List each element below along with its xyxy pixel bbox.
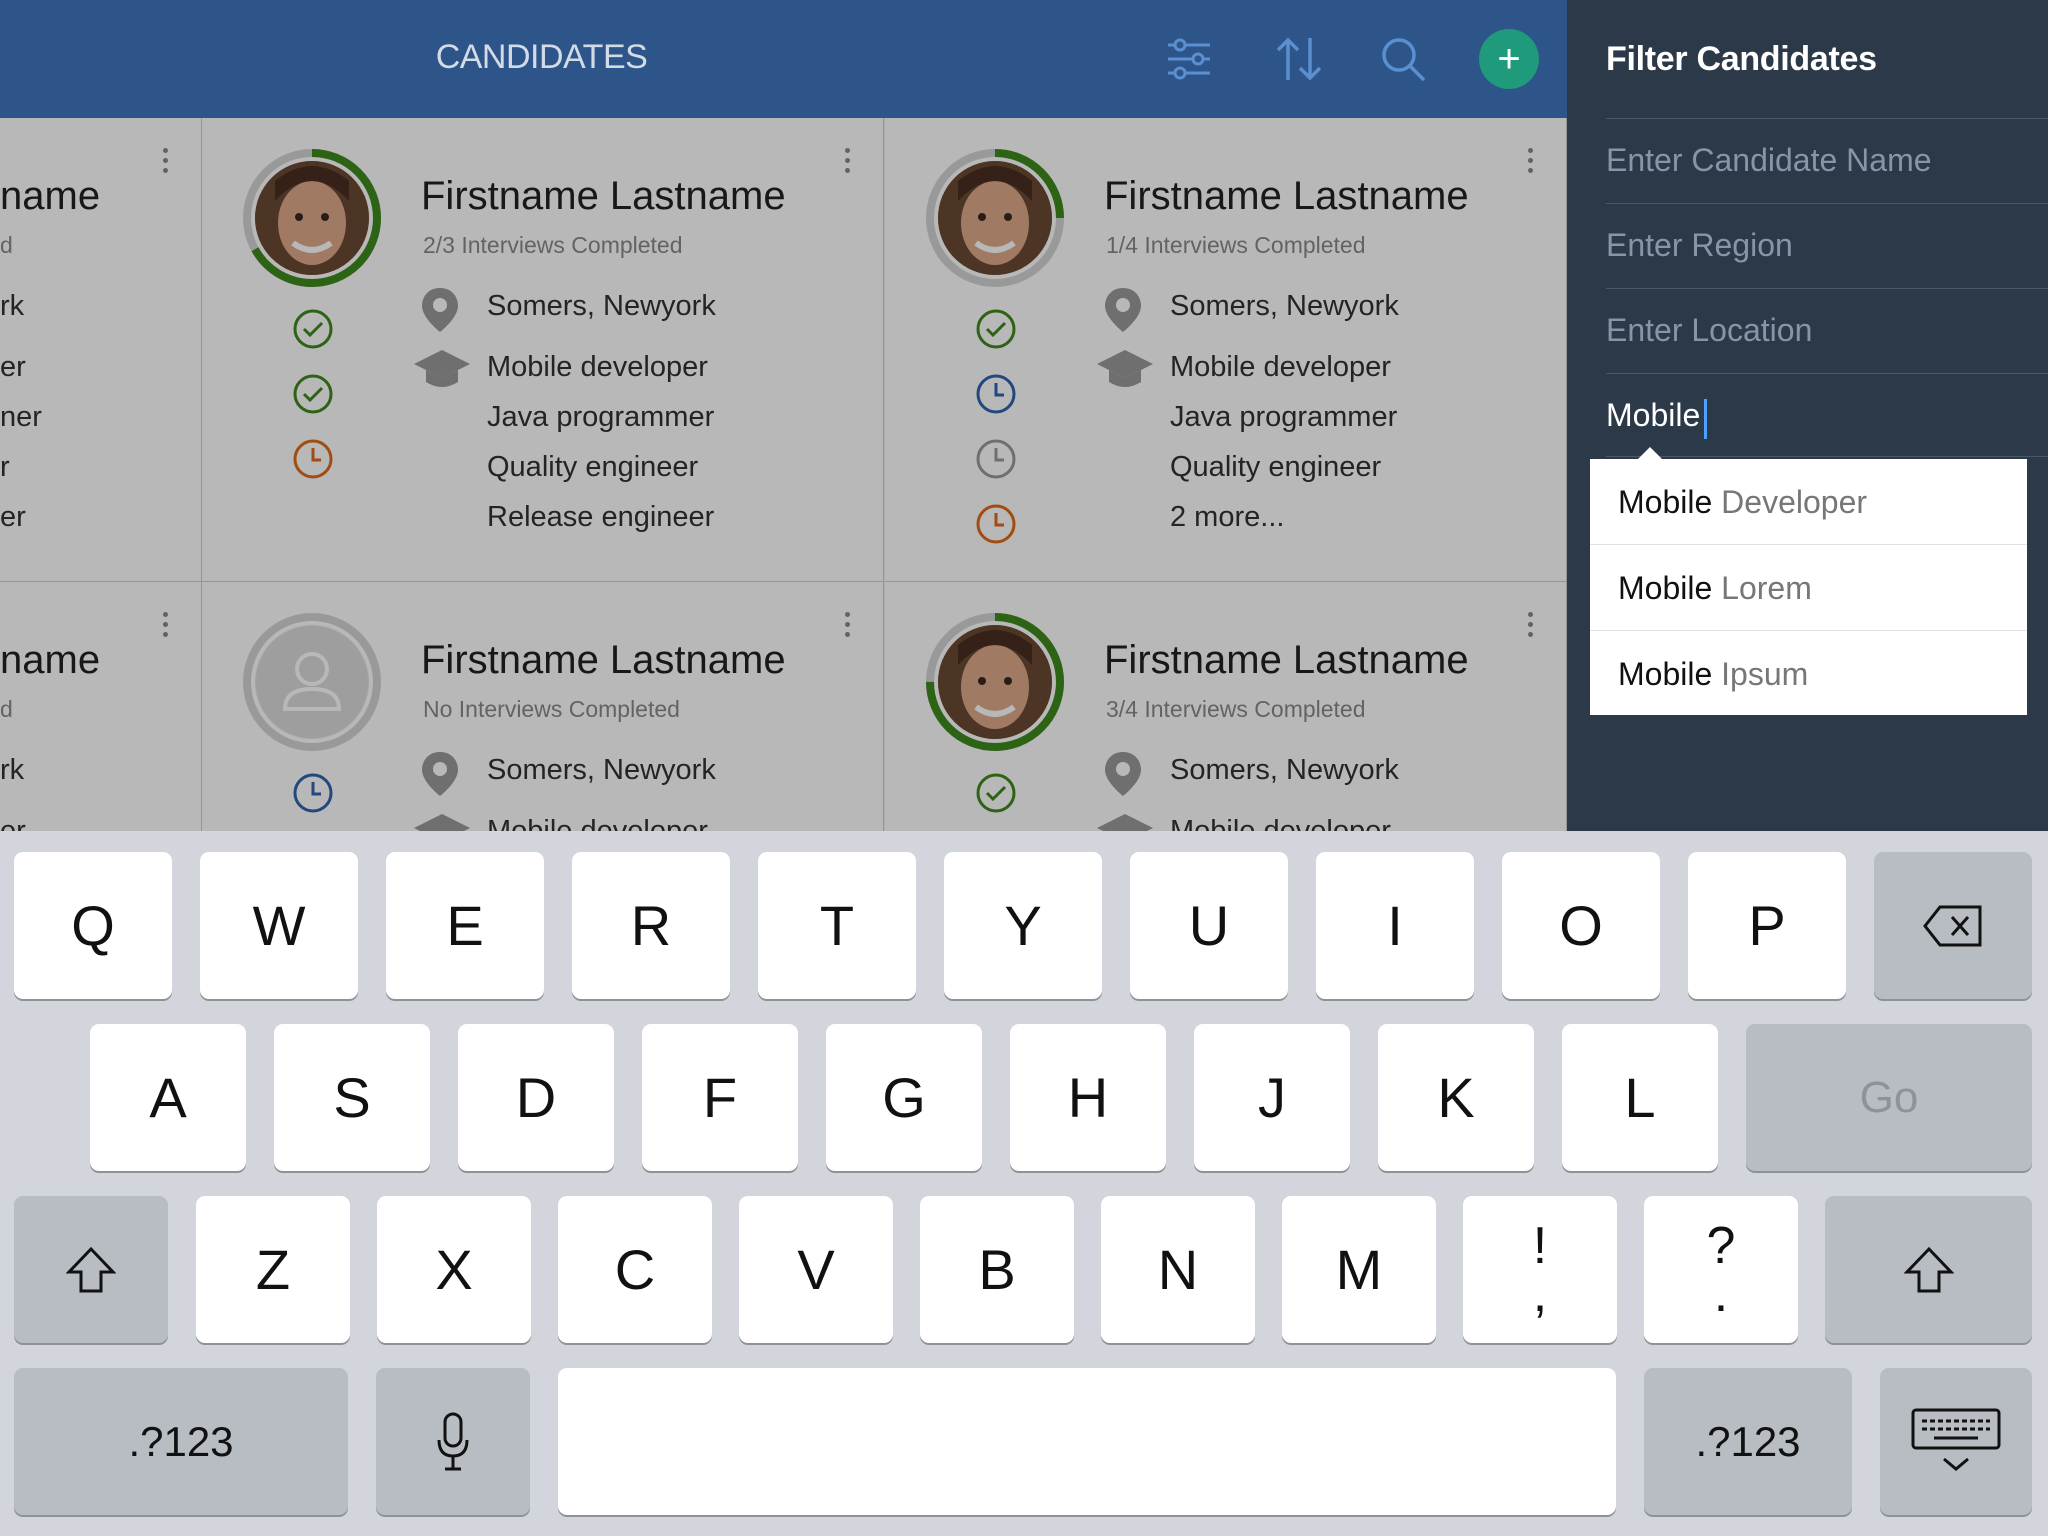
sort-icon[interactable] [1266, 26, 1332, 92]
shift-icon [66, 1246, 116, 1292]
numbers-left-key[interactable]: .?123 [14, 1368, 348, 1515]
keyboard-dismiss-icon [1911, 1408, 2001, 1471]
key-h[interactable]: H [1010, 1024, 1166, 1171]
key-m[interactable]: M [1282, 1196, 1436, 1343]
suggestion-item[interactable]: Mobile Ipsum [1590, 631, 2027, 717]
suggestion-dropdown: Mobile Developer Mobile Lorem Mobile Ips… [1590, 459, 2027, 715]
candidate-name-field[interactable] [1606, 118, 2048, 202]
key-n[interactable]: N [1101, 1196, 1255, 1343]
filter-panel-title: Filter Candidates [1606, 40, 1877, 78]
key-top-char: ? [1706, 1216, 1736, 1275]
filter-sliders-icon[interactable] [1156, 26, 1222, 92]
add-candidate-button[interactable]: + [1479, 29, 1539, 89]
key-bottom-char: . [1713, 1264, 1729, 1323]
region-field[interactable] [1606, 203, 2048, 287]
key-x[interactable]: X [377, 1196, 531, 1343]
suggestion-rest: Ipsum [1712, 656, 1809, 692]
on-screen-keyboard: Q W E R T Y U I O P A S D F G H J K L Go… [0, 831, 2048, 1536]
suggestion-rest: Developer [1712, 484, 1868, 520]
suggestion-item[interactable]: Mobile Developer [1590, 459, 2027, 545]
suggestion-match: Mobile [1618, 484, 1713, 520]
key-question-period[interactable]: ?. [1644, 1196, 1798, 1343]
go-key[interactable]: Go [1746, 1024, 2032, 1171]
location-input[interactable] [1606, 289, 2048, 372]
role-field[interactable] [1606, 373, 2048, 457]
app-header: CANDIDATES + [0, 0, 1567, 118]
shift-left-key[interactable] [14, 1196, 168, 1343]
microphone-key[interactable] [376, 1368, 530, 1515]
key-exclamation-comma[interactable]: !, [1463, 1196, 1617, 1343]
shift-icon [1903, 1246, 1954, 1292]
key-top-char: ! [1532, 1216, 1548, 1275]
backspace-key[interactable] [1874, 852, 2032, 999]
key-r[interactable]: R [572, 852, 730, 999]
location-field[interactable] [1606, 288, 2048, 372]
space-key[interactable] [558, 1368, 1616, 1515]
key-s[interactable]: S [274, 1024, 430, 1171]
key-v[interactable]: V [739, 1196, 893, 1343]
dismiss-keyboard-key[interactable] [1880, 1368, 2032, 1515]
key-p[interactable]: P [1688, 852, 1846, 999]
key-bottom-char: , [1532, 1264, 1548, 1323]
backspace-icon [1923, 905, 1982, 946]
key-d[interactable]: D [458, 1024, 614, 1171]
search-icon[interactable] [1370, 26, 1436, 92]
suggestion-item[interactable]: Mobile Lorem [1590, 545, 2027, 631]
suggestion-rest: Lorem [1712, 570, 1812, 606]
page-title: CANDIDATES [435, 38, 648, 76]
role-input[interactable] [1606, 374, 2048, 456]
key-f[interactable]: F [642, 1024, 798, 1171]
candidate-name-input[interactable] [1606, 119, 2048, 202]
suggestion-match: Mobile [1618, 570, 1713, 606]
key-y[interactable]: Y [944, 852, 1102, 999]
key-j[interactable]: J [1194, 1024, 1350, 1171]
shift-right-key[interactable] [1825, 1196, 2032, 1343]
microphone-icon [437, 1412, 469, 1470]
key-e[interactable]: E [386, 852, 544, 999]
key-l[interactable]: L [1562, 1024, 1718, 1171]
text-caret [1704, 399, 1707, 439]
key-t[interactable]: T [758, 852, 916, 999]
key-k[interactable]: K [1378, 1024, 1534, 1171]
numbers-right-key[interactable]: .?123 [1644, 1368, 1852, 1515]
region-input[interactable] [1606, 204, 2048, 287]
key-w[interactable]: W [200, 852, 358, 999]
key-c[interactable]: C [558, 1196, 712, 1343]
key-b[interactable]: B [920, 1196, 1074, 1343]
key-g[interactable]: G [826, 1024, 982, 1171]
suggestion-match: Mobile [1618, 656, 1713, 692]
key-z[interactable]: Z [196, 1196, 350, 1343]
key-i[interactable]: I [1316, 852, 1474, 999]
modal-dim-overlay[interactable] [0, 118, 1567, 831]
key-q[interactable]: Q [14, 852, 172, 999]
key-a[interactable]: A [90, 1024, 246, 1171]
key-o[interactable]: O [1502, 852, 1660, 999]
key-u[interactable]: U [1130, 852, 1288, 999]
